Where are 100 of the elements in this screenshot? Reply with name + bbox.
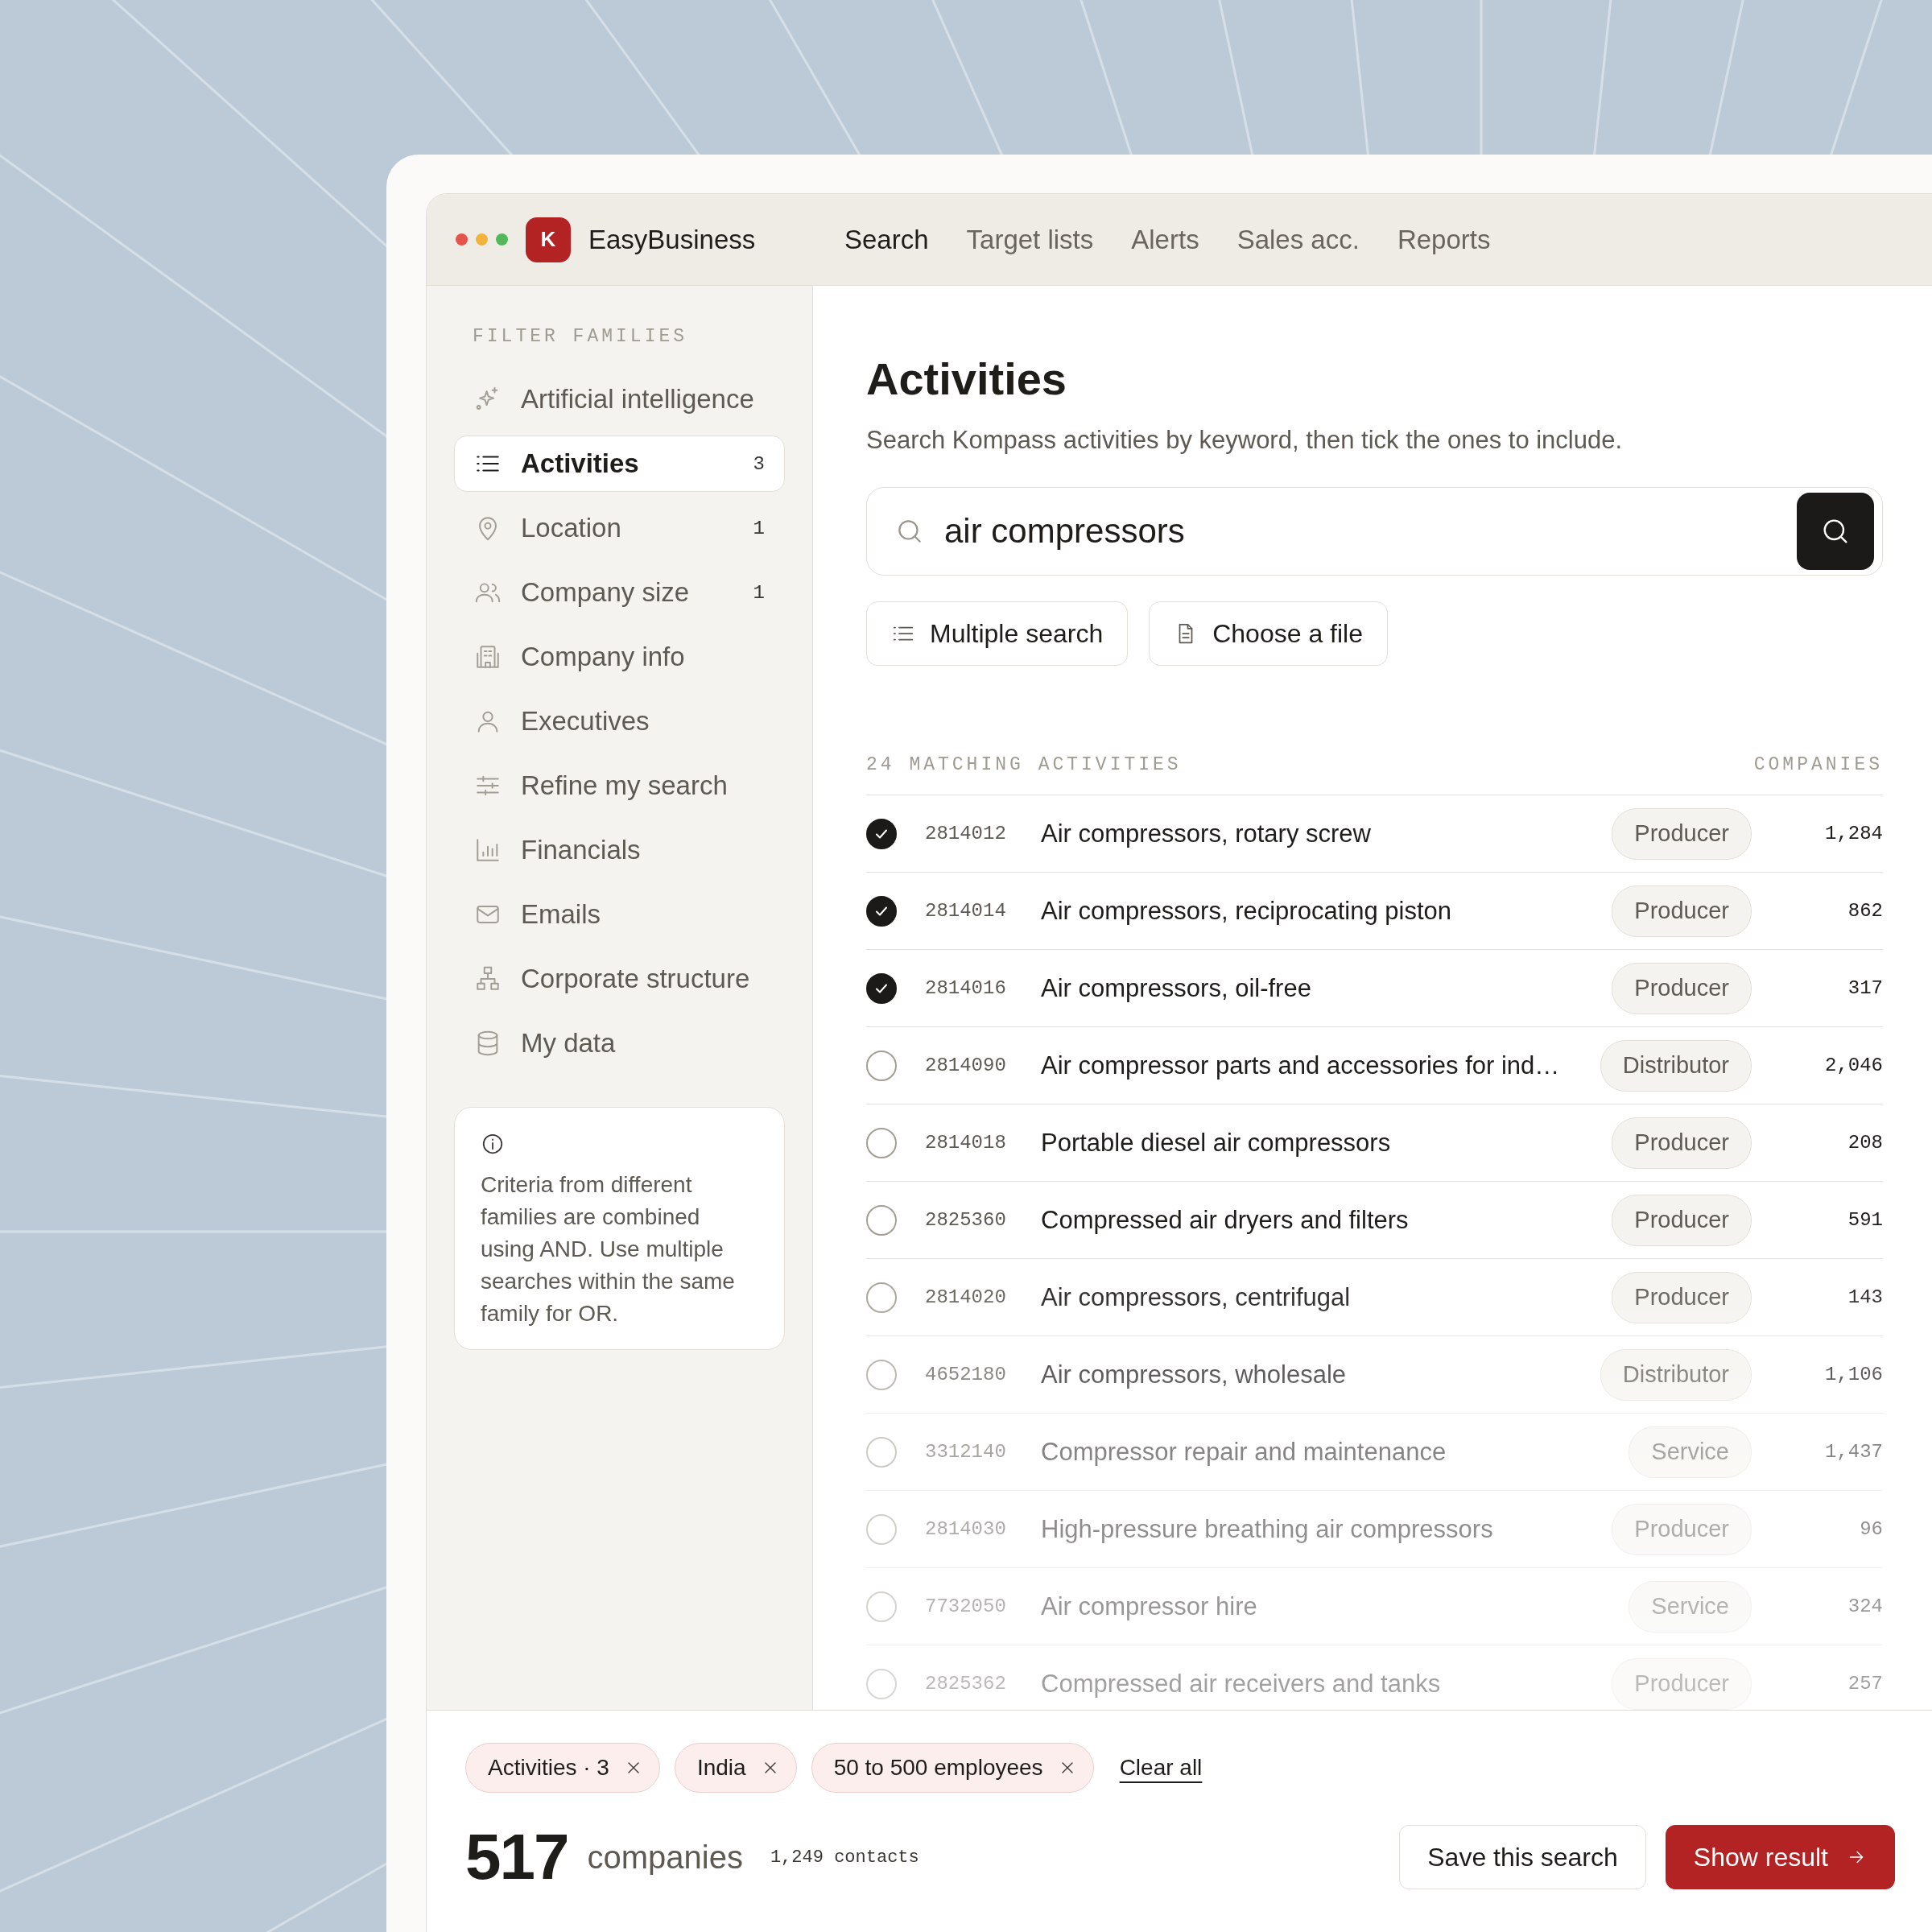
checkbox[interactable] [866, 972, 897, 1004]
activity-code: 2814018 [925, 1132, 1007, 1154]
activity-name: Compressor repair and maintenance [1041, 1437, 1447, 1467]
activity-code: 2814030 [925, 1518, 1007, 1540]
show-result-button[interactable]: Show result [1665, 1825, 1895, 1889]
hierarchy-icon [474, 965, 502, 993]
sidebar-item-label: Emails [521, 899, 602, 930]
nav-tab[interactable]: Target lists [966, 224, 1094, 255]
company-count: 2,046 [1824, 1055, 1883, 1076]
activity-name: Air compressors, oil-free [1041, 973, 1312, 1003]
sidebar-item[interactable]: My data [454, 1015, 785, 1071]
checkbox[interactable] [866, 1359, 897, 1390]
multiple-search-button[interactable]: Multiple search [866, 601, 1129, 666]
sidebar-item-label: Refine my search [521, 770, 729, 801]
activity-name: Compressed air receivers and tanks [1041, 1669, 1442, 1699]
company-count: 208 [1847, 1132, 1883, 1154]
company-count: 1,284 [1824, 823, 1883, 844]
type-tag: Producer [1612, 1194, 1752, 1246]
checkbox[interactable] [866, 1282, 897, 1313]
company-count: 1,437 [1824, 1441, 1883, 1463]
note-text: Criteria from different families are combined using AND. Use multiple searches within the same family for OR. [481, 1171, 736, 1327]
company-count: 591 [1847, 1209, 1883, 1231]
checkbox[interactable] [866, 1127, 897, 1158]
nav-tab[interactable]: Alerts [1131, 224, 1199, 255]
clear-all-link[interactable]: Clear all [1119, 1755, 1203, 1781]
type-tag: Producer [1612, 1271, 1752, 1323]
app-name: EasyBusiness [588, 224, 757, 255]
sidebar-item[interactable]: Emails [454, 886, 785, 943]
activity-code: 2814090 [925, 1055, 1007, 1076]
checkbox[interactable] [866, 818, 897, 849]
filter-chip[interactable]: Activities · 3 [465, 1743, 660, 1793]
result-unit: companies [587, 1839, 743, 1876]
filter-count: 1 [753, 517, 765, 539]
company-count: 324 [1847, 1596, 1883, 1617]
checkbox[interactable] [866, 895, 897, 927]
activity-name: Air compressors, centrifugal [1041, 1282, 1352, 1312]
search-input[interactable]: air compressors [943, 511, 1779, 551]
company-count: 96 [1859, 1518, 1883, 1540]
activity-code: 2825360 [925, 1209, 1007, 1231]
checkbox[interactable] [866, 1513, 897, 1545]
contacts-count: 1,249 contacts [770, 1847, 920, 1868]
filter-chip[interactable]: India [674, 1743, 797, 1793]
result-total: 517 [465, 1820, 568, 1894]
activity-code: 3312140 [925, 1441, 1007, 1463]
save-search-button[interactable]: Save this search [1399, 1825, 1646, 1889]
sidebar-item[interactable]: Refine my search [454, 758, 785, 814]
checkbox[interactable] [866, 1668, 897, 1699]
sidebar-item-label: Company info [521, 642, 686, 672]
sidebar-item[interactable]: Activities 3 [454, 436, 785, 492]
nav-tab[interactable]: Sales acc. [1236, 224, 1360, 255]
sidebar-item[interactable]: Corporate structure [454, 951, 785, 1007]
search-field[interactable]: air compressors [866, 487, 1883, 576]
sidebar-item-label: Location [521, 513, 622, 543]
sidebar-item-label: Activities [521, 448, 640, 479]
minimize-dot[interactable] [476, 233, 488, 246]
page-subtitle: Search Kompass activities by keyword, then tick the ones to include. [866, 426, 1624, 455]
activity-code: 2814012 [925, 823, 1007, 844]
activity-code: 4652180 [925, 1364, 1007, 1385]
sidebar-item[interactable]: Location 1 [454, 500, 785, 556]
type-tag: Producer [1612, 962, 1752, 1014]
sidebar-item[interactable]: Company size 1 [454, 564, 785, 621]
activity-code: 2814016 [925, 977, 1007, 999]
activity-name: Air compressors, rotary screw [1041, 819, 1372, 848]
close-dot[interactable] [456, 233, 468, 246]
sidebar-item-label: Executives [521, 706, 650, 737]
nav-tab[interactable]: Reports [1397, 224, 1491, 255]
activity-name: Air compressors, reciprocating piston [1041, 896, 1452, 926]
type-tag: Producer [1612, 1117, 1752, 1169]
activity-name: Air compressors, wholesale [1041, 1360, 1348, 1389]
sidebar-item[interactable]: Financials [454, 822, 785, 878]
checkbox[interactable] [866, 1204, 897, 1236]
type-tag: Producer [1612, 807, 1752, 860]
type-tag: Service [1629, 1426, 1752, 1478]
choose-file-button[interactable]: Choose a file [1149, 601, 1388, 666]
company-count: 317 [1847, 977, 1883, 999]
checkbox[interactable] [866, 1436, 897, 1468]
search-button[interactable] [1797, 493, 1874, 570]
filter-count: 1 [753, 581, 765, 604]
info-icon [481, 1132, 505, 1156]
activity-code: 7732050 [925, 1596, 1007, 1617]
maximize-dot[interactable] [496, 233, 508, 246]
sidebar-item-label: Artificial intelligence [521, 384, 755, 415]
sidebar-item[interactable]: Executives [454, 693, 785, 749]
company-count: 1,106 [1824, 1364, 1883, 1385]
sidebar-item-label: Corporate structure [521, 964, 751, 994]
sidebar-item[interactable]: Company info [454, 629, 785, 685]
activity-name: Portable diesel air compressors [1041, 1128, 1392, 1158]
page-title: Activities [866, 353, 1067, 405]
building-icon [474, 643, 502, 671]
nav-tab[interactable]: Search [844, 224, 929, 255]
filter-chip[interactable]: 50 to 500 employees [811, 1743, 1094, 1793]
type-tag: Distributor [1600, 1348, 1752, 1401]
bar-chart-icon [474, 836, 502, 864]
sidebar-heading: FILTER FAMILIES [472, 326, 689, 347]
checkbox[interactable] [866, 1591, 897, 1622]
type-tag: Producer [1612, 1503, 1752, 1555]
activity-name: Air compressor hire [1041, 1591, 1258, 1621]
activity-name: High-pressure breathing air compressors [1041, 1514, 1494, 1544]
checkbox[interactable] [866, 1050, 897, 1081]
sidebar-item[interactable]: Artificial intelligence [454, 371, 785, 427]
